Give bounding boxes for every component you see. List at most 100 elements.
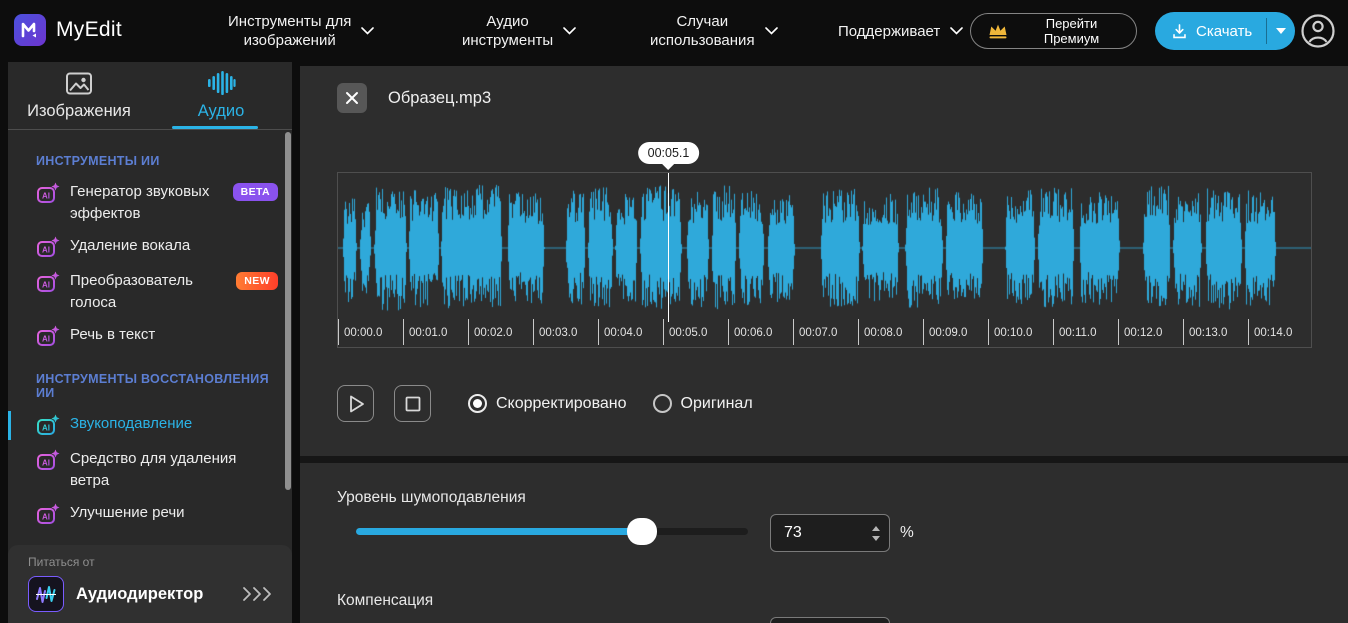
download-split-button: Скачать (1155, 12, 1295, 50)
sidebar-item-speech-to-text[interactable]: AI Речь в текст (28, 321, 278, 352)
waveform-canvas[interactable] (338, 175, 1311, 321)
audiodirector-icon (28, 576, 64, 612)
sidebar-item-label: Удаление вокала (70, 235, 278, 257)
timeline-tick: 00:08.0 (858, 319, 902, 345)
stop-button[interactable] (394, 385, 431, 422)
nav-image-tools[interactable]: Инструменты дляизображений (228, 6, 374, 56)
go-premium-label: ПерейтиПремиум (1021, 16, 1122, 47)
nav-image-tools-label: Инструменты дляизображений (228, 12, 351, 50)
timeline-tick: 00:11.0 (1053, 319, 1097, 345)
timeline-tick: 00:07.0 (793, 319, 837, 345)
audiodirector-link[interactable]: Аудиодиректор (28, 576, 276, 612)
nav-use-cases-label: Случаииспользования (650, 12, 755, 50)
tab-images-label: Изображения (27, 102, 131, 121)
original-radio-option[interactable]: Оригинал (653, 394, 753, 413)
triple-chevron-icon (242, 586, 276, 602)
noise-level-label: Уровень шумоподавления (337, 489, 526, 507)
download-options-button[interactable] (1267, 12, 1295, 50)
stop-icon (400, 391, 426, 417)
timeline-tick: 00:12.0 (1118, 319, 1162, 345)
section-title-restore-tools: ИНСТРУМЕНТЫ ВОССТАНОВЛЕНИЯ ИИ (36, 372, 278, 400)
ai-sparkle-icon: AI (36, 325, 60, 349)
editor-panel: Образец.mp3 00:05.1 00:00.000:01.000:02.… (300, 66, 1348, 623)
ai-sparkle-icon: AI (36, 271, 60, 295)
timeline-ticks: 00:00.000:01.000:02.000:03.000:04.000:05… (338, 319, 1311, 346)
chevron-down-icon (765, 27, 778, 35)
account-button[interactable] (1300, 13, 1336, 54)
compensation-label: Компенсация (337, 592, 433, 610)
section-divider (300, 456, 1348, 463)
adjusted-radio-label: Скорректировано (496, 395, 627, 413)
myedit-app: MyEdit Инструменты дляизображений Аудиои… (0, 0, 1348, 623)
image-icon (65, 71, 93, 96)
audio-wave-icon (206, 70, 236, 96)
sidebar-item-sfx-generator[interactable]: AI Генератор звуковых эффектов BETA (28, 178, 278, 228)
go-premium-button[interactable]: ПерейтиПремиум (970, 13, 1137, 49)
noise-level-input-box (770, 514, 890, 552)
close-icon (345, 91, 359, 105)
radio-unselected-icon[interactable] (653, 394, 672, 413)
sidebar-item-wind-removal[interactable]: AI Средство для удаления ветра (28, 445, 278, 495)
sidebar-item-speech-enhancement[interactable]: AI Улучшение речи (28, 499, 278, 530)
spinner-up-icon[interactable] (872, 526, 880, 531)
sidebar-item-noise-reduction[interactable]: AI Звукоподавление (28, 410, 278, 441)
play-button[interactable] (337, 385, 374, 422)
tab-audio[interactable]: Аудио (150, 62, 292, 129)
powered-by-label: Питаться от (28, 555, 276, 569)
noise-level-slider[interactable] (356, 528, 748, 535)
nav-supports[interactable]: Поддерживает (838, 6, 963, 56)
download-icon (1171, 23, 1188, 40)
sidebar-item-label: Улучшение речи (70, 502, 278, 524)
slider-handle[interactable] (627, 518, 657, 545)
noise-level-input[interactable] (771, 524, 863, 542)
sidebar-tabs: Изображения Аудио (8, 62, 292, 130)
chevron-down-icon (950, 27, 963, 35)
sidebar-item-vocal-removal[interactable]: AI Удаление вокала (28, 232, 278, 263)
brand-name: MyEdit (56, 18, 122, 42)
compensation-input-box[interactable] (770, 617, 890, 623)
download-label: Скачать (1196, 23, 1252, 40)
caret-down-icon (1276, 28, 1286, 34)
percent-label: % (900, 524, 914, 542)
timeline-tick: 00:04.0 (598, 319, 642, 345)
tab-audio-label: Аудио (198, 102, 245, 121)
svg-text:AI: AI (42, 192, 50, 201)
playhead-line[interactable] (668, 173, 670, 322)
section-title-ai-tools: ИНСТРУМЕНТЫ ИИ (36, 154, 278, 168)
number-spinners (863, 526, 889, 541)
svg-text:AI: AI (42, 513, 50, 522)
sidebar: Изображения Аудио ИНСТРУМЕНТЫ ИИ AI Гене… (8, 62, 292, 623)
close-file-button[interactable] (337, 83, 367, 113)
sidebar-item-label: Речь в текст (70, 324, 278, 346)
original-radio-label: Оригинал (681, 395, 753, 413)
timeline-tick: 00:01.0 (403, 319, 447, 345)
adjusted-radio-option[interactable]: Скорректировано (468, 394, 627, 413)
new-badge: NEW (236, 272, 278, 290)
chevron-down-icon (361, 27, 374, 35)
tab-images[interactable]: Изображения (8, 62, 150, 129)
timeline-tick: 00:06.0 (728, 319, 772, 345)
ai-sparkle-icon: AI (36, 449, 60, 473)
sidebar-item-label: Генератор звуковых эффектов (70, 181, 223, 225)
beta-badge: BETA (233, 183, 278, 201)
svg-text:AI: AI (42, 459, 50, 468)
file-name: Образец.mp3 (388, 89, 491, 108)
download-button[interactable]: Скачать (1155, 12, 1266, 50)
spinner-down-icon[interactable] (872, 536, 880, 541)
slider-fill (356, 528, 642, 535)
sidebar-scrollbar[interactable] (285, 132, 291, 490)
nav-supports-label: Поддерживает (838, 23, 940, 40)
sidebar-item-voice-changer[interactable]: AI Преобразователь голоса NEW (28, 267, 278, 317)
svg-text:AI: AI (42, 246, 50, 255)
radio-selected-icon[interactable] (468, 394, 487, 413)
nav-use-cases[interactable]: Случаииспользования (650, 6, 778, 56)
ai-sparkle-icon: AI (36, 503, 60, 527)
brand[interactable]: MyEdit (14, 14, 122, 46)
ai-sparkle-icon: AI (36, 236, 60, 260)
waveform-container[interactable]: 00:00.000:01.000:02.000:03.000:04.000:05… (337, 172, 1312, 348)
timeline-tick: 00:13.0 (1183, 319, 1227, 345)
timeline-tick: 00:10.0 (988, 319, 1032, 345)
nav-audio-tools[interactable]: Аудиоинструменты (462, 6, 576, 56)
timeline-tick: 00:09.0 (923, 319, 967, 345)
playhead-time-tooltip: 00:05.1 (638, 142, 700, 164)
